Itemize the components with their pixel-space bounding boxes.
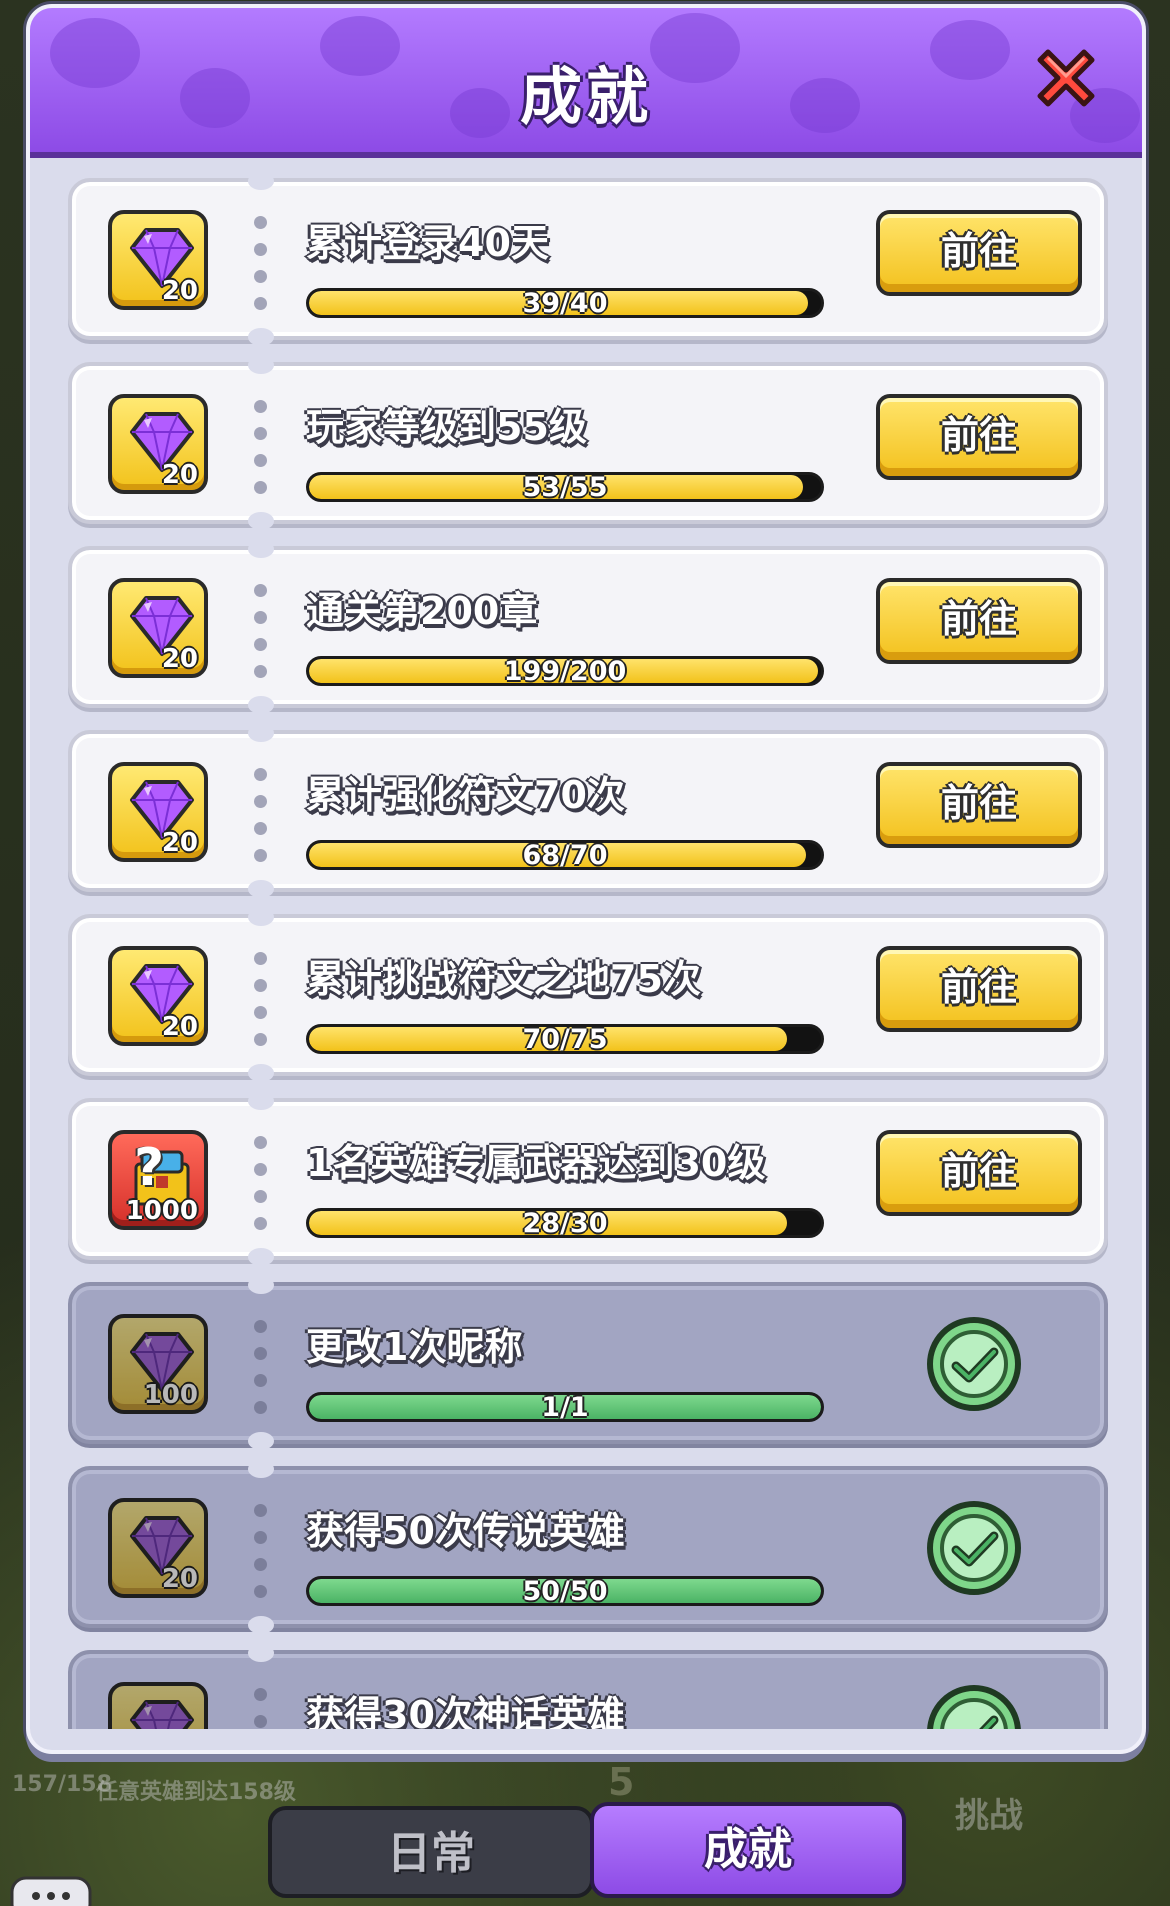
card-divider-dots [254, 1504, 268, 1612]
achievement-title: 累计登录40天 [306, 221, 549, 265]
reward-item[interactable]: ? 1000 [108, 1130, 208, 1230]
progress-bar: 1/1 [306, 1392, 824, 1422]
go-button[interactable]: 前往 [876, 210, 1082, 296]
achievements-modal: 成就 20 累计登录40天 39/40 前往 20 玩家等级到55级 53/55 前往 20 通关… [26, 4, 1146, 1754]
modal-header: 成就 [30, 8, 1142, 158]
card-divider-dots [254, 400, 268, 508]
achievement-list[interactable]: 20 累计登录40天 39/40 前往 20 玩家等级到55级 53/55 前往 20 通关第20… [30, 164, 1142, 1729]
progress-label: 1/1 [541, 1392, 589, 1422]
background-task-value: 5 [608, 1760, 635, 1804]
card-divider-dots [254, 1136, 268, 1244]
progress-label: 50/50 [522, 1576, 608, 1606]
reward-amount: 20 [161, 1564, 198, 1594]
reward-amount: 100 [143, 1380, 198, 1410]
achievement-card: 20 累计登录40天 39/40 前往 [68, 172, 1108, 346]
reward-item[interactable]: 20 [108, 762, 208, 862]
card-divider-dots [254, 952, 268, 1060]
check-icon [927, 1501, 1021, 1595]
achievement-title: 累计挑战符文之地75次 [306, 957, 701, 1001]
modal-title: 成就 [519, 60, 652, 133]
reward-amount: 20 [161, 276, 198, 306]
card-divider-dots [254, 768, 268, 876]
chat-icon[interactable] [8, 1874, 94, 1906]
reward-item[interactable]: 20 [108, 1498, 208, 1598]
go-button[interactable]: 前往 [876, 394, 1082, 480]
gem-icon [130, 1700, 194, 1729]
reward-amount: 20 [161, 1012, 198, 1042]
achievement-card: 20获得30次神话英雄30/30 [68, 1644, 1108, 1729]
go-button[interactable]: 前往 [876, 762, 1082, 848]
reward-item[interactable]: 20 [108, 394, 208, 494]
reward-item[interactable]: 20 [108, 1682, 208, 1729]
progress-label: 53/55 [522, 472, 608, 502]
check-icon [927, 1317, 1021, 1411]
achievement-card: 20 玩家等级到55级 53/55 前往 [68, 356, 1108, 530]
achievement-card: 20 获得50次传说英雄 50/50 [68, 1460, 1108, 1634]
progress-bar: 50/50 [306, 1576, 824, 1606]
achievement-card: 20 累计强化符文70次 68/70 前往 [68, 724, 1108, 898]
progress-bar: 199/200 [306, 656, 824, 686]
go-button[interactable]: 前往 [876, 1130, 1082, 1216]
card-divider-dots [254, 1320, 268, 1428]
progress-bar: 39/40 [306, 288, 824, 318]
card-divider-dots [254, 1688, 268, 1729]
achievement-title: 更改1次昵称 [306, 1325, 523, 1369]
achievement-title: 累计强化符文70次 [306, 773, 625, 817]
background-challenge-label: 挑战 [955, 1796, 1023, 1836]
achievement-card: ? 1000 1名英雄专属武器达到30级 28/30 前往 [68, 1092, 1108, 1266]
check-icon [927, 1685, 1021, 1729]
tab-achievements[interactable]: 成就 [590, 1802, 906, 1898]
completed-badge [924, 1682, 1024, 1729]
achievement-card: 20 累计挑战符文之地75次 70/75 前往 [68, 908, 1108, 1082]
progress-label: 70/75 [522, 1024, 608, 1054]
reward-item[interactable]: 20 [108, 210, 208, 310]
go-button[interactable]: 前往 [876, 946, 1082, 1032]
progress-bar: 28/30 [306, 1208, 824, 1238]
achievement-card: 20 通关第200章 199/200 前往 [68, 540, 1108, 714]
reward-item[interactable]: 20 [108, 578, 208, 678]
reward-amount: 20 [161, 644, 198, 674]
completed-badge [924, 1314, 1024, 1414]
achievement-title: 通关第200章 [306, 589, 538, 633]
achievement-title: 玩家等级到55级 [306, 405, 587, 449]
completed-badge [924, 1498, 1024, 1598]
background-task-desc: 任意英雄到达158级 [96, 1780, 296, 1805]
reward-amount: 20 [161, 828, 198, 858]
question-mark-icon: ? [134, 1138, 165, 1198]
progress-bar: 70/75 [306, 1024, 824, 1054]
reward-amount: 1000 [125, 1196, 198, 1226]
progress-label: 199/200 [503, 656, 627, 686]
progress-label: 28/30 [522, 1208, 608, 1238]
achievement-title: 获得30次神话英雄 [306, 1693, 625, 1729]
tab-daily[interactable]: 日常 [268, 1806, 594, 1898]
close-button[interactable] [1026, 38, 1106, 118]
reward-item[interactable]: 20 [108, 946, 208, 1046]
close-icon [1037, 49, 1095, 107]
reward-item[interactable]: 100 [108, 1314, 208, 1414]
achievement-title: 获得50次传说英雄 [306, 1509, 625, 1553]
bottom-tab-bar: 日常 成就 [268, 1802, 908, 1902]
achievement-title: 1名英雄专属武器达到30级 [306, 1141, 766, 1185]
progress-bar: 53/55 [306, 472, 824, 502]
card-divider-dots [254, 216, 268, 324]
progress-label: 39/40 [522, 288, 608, 318]
achievement-card: 100 更改1次昵称 1/1 [68, 1276, 1108, 1450]
progress-label: 68/70 [522, 840, 608, 870]
progress-bar: 68/70 [306, 840, 824, 870]
go-button[interactable]: 前往 [876, 578, 1082, 664]
reward-amount: 20 [161, 460, 198, 490]
card-divider-dots [254, 584, 268, 692]
